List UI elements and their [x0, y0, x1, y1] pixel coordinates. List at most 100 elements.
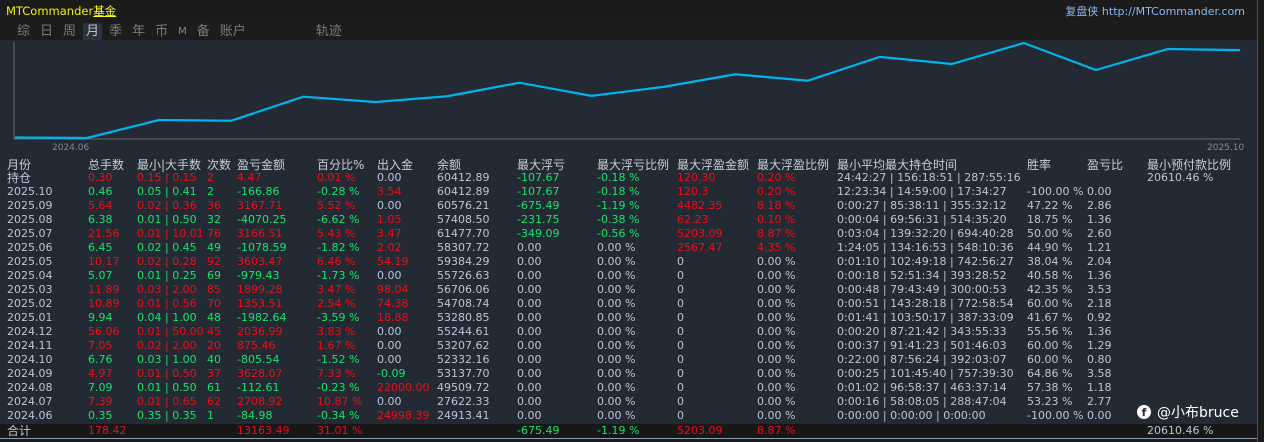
cell: 0.30 [88, 171, 113, 184]
cell: 0.00 [377, 269, 402, 282]
column-header[interactable]: 月份 [7, 158, 31, 172]
column-header[interactable]: 出入金 [377, 158, 413, 172]
cell: 6.46 % [317, 255, 356, 268]
scrollbar[interactable] [1257, 0, 1264, 442]
cell: -0.18 % [597, 171, 640, 184]
cell: -0.38 % [597, 213, 640, 226]
cell: 0:00:18 | 52:51:34 | 393:28:52 [837, 269, 1007, 282]
cell: -0.23 % [317, 381, 360, 394]
table-row[interactable]: 2024.07 7.39 0.01 | 0.65 62 2708.92 10.87 % 0.… [0, 395, 1257, 409]
column-header[interactable]: 最大浮亏 [517, 158, 565, 172]
cell: -100.00 % [1027, 185, 1084, 198]
equity-line [14, 41, 1241, 140]
cell: 0 [677, 395, 684, 408]
cell: 6.45 [88, 241, 113, 254]
app-name-cn[interactable]: 基金 [93, 4, 116, 18]
tab-4[interactable]: 季 [106, 23, 125, 40]
column-header[interactable]: 最大浮盈金额 [677, 158, 749, 172]
column-header[interactable]: 百分比% [317, 158, 364, 172]
cell: -0.18 % [597, 185, 640, 198]
cell: 2025.06 [7, 241, 53, 254]
cell: 55726.63 [437, 269, 490, 282]
cell: 56.06 [88, 325, 120, 338]
table-row[interactable]: 2025.03 11.89 0.03 | 2.00 85 1899.28 3.47 % 98… [0, 283, 1257, 297]
table-row[interactable]: 2025.08 6.38 0.01 | 0.50 32 -4070.25 -6.62 % 1… [0, 213, 1257, 227]
cell: 44.90 % [1027, 241, 1073, 254]
cell: 0.00 % [597, 367, 636, 380]
cell: 24913.41 [437, 409, 490, 422]
cell: 10.87 % [317, 395, 363, 408]
tab-2[interactable]: 周 [60, 23, 79, 40]
table-row[interactable]: 2025.04 5.07 0.01 | 0.25 69 -979.43 -1.73 % 0.… [0, 269, 1257, 283]
tab-3[interactable]: 月 [83, 23, 103, 40]
cell: 0 [677, 311, 684, 324]
tab-0[interactable]: 综 [14, 23, 33, 40]
cell: 0.10 % [757, 213, 796, 226]
tab-1[interactable]: 日 [37, 23, 56, 40]
cell: 60576.21 [437, 199, 490, 212]
cell: 55244.61 [437, 325, 490, 338]
cell: 5.07 [88, 269, 113, 282]
cell: 0.00 % [597, 255, 636, 268]
table-row[interactable]: 2025.10 0.46 0.05 | 0.41 2 -166.86 -0.28 % 3.5… [0, 185, 1257, 199]
table-row[interactable]: 持仓 0.30 0.15 | 0.15 2 4.47 0.01 % 0.00 60412.89… [0, 171, 1257, 185]
cell: 1.36 [1087, 213, 1112, 226]
cell: 0:00:37 | 91:41:23 | 501:46:03 [837, 339, 1007, 352]
cell: 54708.74 [437, 297, 490, 310]
tab-8[interactable]: 备 [194, 23, 213, 40]
column-header[interactable]: 最小|大手数 [137, 158, 201, 172]
column-header[interactable]: 余额 [437, 158, 461, 172]
column-header[interactable]: 盈亏金额 [237, 158, 285, 172]
cell: -1.73 % [317, 269, 360, 282]
table-row[interactable]: 2025.02 10.89 0.01 | 0.56 70 1353.51 2.54 % 74… [0, 297, 1257, 311]
cell: 5.52 % [317, 199, 356, 212]
cell: 47.22 % [1027, 199, 1073, 212]
cell: 62.23 [677, 213, 709, 226]
table-row[interactable]: 2024.09 4.97 0.01 | 0.50 37 3628.07 7.33 % -0.… [0, 367, 1257, 381]
tab-7[interactable]: M [175, 23, 190, 40]
column-header[interactable]: 盈亏比 [1087, 158, 1123, 172]
column-header[interactable]: 最大浮亏比例 [597, 158, 669, 172]
table-row[interactable]: 2025.05 10.17 0.02 | 0.28 92 3603.47 6.46 % 54… [0, 255, 1257, 269]
cell: 0:00:00 | 0:00:00 | 0:00:00 [837, 409, 986, 422]
site-link[interactable]: 复盘侠 http://MTCommander.com [1065, 3, 1245, 19]
column-header[interactable]: 总手数 [88, 158, 124, 172]
column-header[interactable]: 最大浮盈比例 [757, 158, 829, 172]
cell: 85 [207, 283, 221, 296]
table-row[interactable]: 2024.08 7.09 0.01 | 0.50 61 -112.61 -0.23 % 22… [0, 381, 1257, 395]
column-header[interactable]: 最小平均最大持仓时间 [837, 158, 957, 172]
tab-5[interactable]: 年 [129, 23, 148, 40]
tab-10[interactable]: 轨迹 [313, 23, 345, 40]
tab-9[interactable]: 账户 [217, 23, 249, 40]
cell: 2024.08 [7, 381, 53, 394]
total-cell: 20610.46 % [1147, 424, 1214, 437]
cell: 0.00 % [597, 269, 636, 282]
cell: 0.01 | 10.01 [137, 227, 204, 240]
cell: 49 [207, 241, 221, 254]
cell: 0.02 | 0.36 [137, 199, 197, 212]
column-header[interactable]: 最小预付款比例 [1147, 158, 1231, 172]
cell: 0.01 | 0.25 [137, 269, 197, 282]
total-cell: 合计 [7, 424, 32, 438]
table-row[interactable]: 2025.06 6.45 0.02 | 0.45 49 -1078.59 -1.82 % 2… [0, 241, 1257, 255]
cell: 0.00 % [597, 241, 636, 254]
table-row[interactable]: 2025.01 9.94 0.04 | 1.00 48 -1982.64 -3.59 % 1… [0, 311, 1257, 325]
cell: 3.54 [377, 185, 402, 198]
table-row[interactable]: 2024.11 7.05 0.02 | 2.00 20 875.46 1.67 % 0.00… [0, 339, 1257, 353]
column-header[interactable]: 胜率 [1027, 158, 1051, 172]
tab-6[interactable]: 币 [152, 23, 171, 40]
column-header[interactable]: 次数 [207, 158, 231, 172]
table-row[interactable]: 2025.07 21.56 0.01 | 10.01 76 3166.51 5.43 % 3… [0, 227, 1257, 241]
table-row[interactable]: 2024.10 6.76 0.03 | 1.00 40 -805.54 -1.52 % 0.… [0, 353, 1257, 367]
cell: -166.86 [237, 185, 280, 198]
table-row[interactable]: 2024.06 0.35 0.35 | 0.35 1 -84.98 -0.34 % 2499… [0, 409, 1257, 423]
total-row: 合计 178.42 13163.49 31.01 % -675.49 -1.19 % 520… [0, 424, 1257, 438]
period-tabs: 综日周月季年币 M 备账户 轨迹 [14, 23, 349, 40]
cell: 60.00 % [1027, 339, 1073, 352]
cell: 4.47 [237, 171, 262, 184]
table-row[interactable]: 2024.12 56.06 0.01 | 50.00 45 2036.99 3.83 % 0… [0, 325, 1257, 339]
cell: 0 [677, 339, 684, 352]
cell: 0.00 % [597, 353, 636, 366]
table-row[interactable]: 2025.09 5.64 0.02 | 0.36 36 3167.71 5.52 % 0.0… [0, 199, 1257, 213]
cell: 0.20 % [757, 171, 796, 184]
